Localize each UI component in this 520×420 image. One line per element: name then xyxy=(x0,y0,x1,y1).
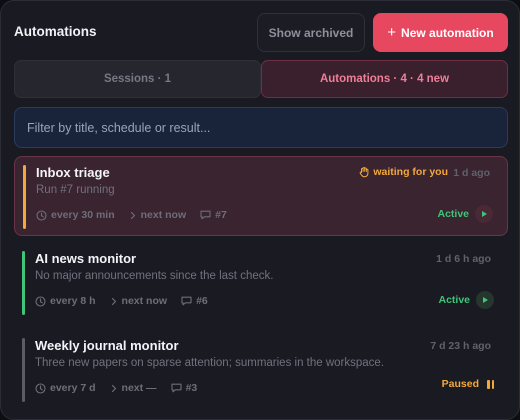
tab-sessions[interactable]: Sessions · 1 xyxy=(14,60,261,98)
run-count-label: #3 xyxy=(185,382,198,394)
chevron-right-icon xyxy=(111,384,116,392)
new-automation-button[interactable]: + New automation xyxy=(373,13,508,52)
schedule-label: every 7 d xyxy=(50,382,96,394)
automation-meta: every 7 d next — #3 xyxy=(35,382,211,394)
run-count-meta: #7 xyxy=(200,209,227,221)
schedule-meta: every 7 d xyxy=(35,382,96,394)
automation-meta: every 8 h next now #6 xyxy=(35,295,222,307)
automation-title: Inbox triage xyxy=(36,165,110,180)
comment-icon xyxy=(171,383,182,393)
status-label: Paused xyxy=(441,378,479,390)
hand-icon xyxy=(359,167,369,178)
automations-panel: Automations Show archived + New automati… xyxy=(0,0,520,420)
next-run-label: next now xyxy=(121,295,168,307)
status-accent-bar xyxy=(22,251,25,315)
schedule-label: every 30 min xyxy=(51,209,115,221)
last-run-time: 7 d 23 h ago xyxy=(430,340,491,352)
chevron-right-icon xyxy=(130,211,135,219)
schedule-label: every 8 h xyxy=(50,295,96,307)
tab-automations[interactable]: Automations · 4 · 4 new xyxy=(261,60,508,98)
pause-icon[interactable] xyxy=(487,379,494,389)
new-automation-label: New automation xyxy=(401,25,494,40)
header: Automations Show archived + New automati… xyxy=(14,13,508,53)
automation-meta: every 30 min next now #7 xyxy=(36,209,241,221)
last-run-time: 1 d 6 h ago xyxy=(436,253,491,265)
automation-card-weekly-journal-monitor[interactable]: Weekly journal monitor 7 d 23 h ago Thre… xyxy=(14,330,508,410)
status-badge: Active xyxy=(437,205,493,223)
status-accent-bar xyxy=(22,338,25,402)
next-run-label: next — xyxy=(121,382,157,394)
status-label: Active xyxy=(438,294,470,306)
automation-title: AI news monitor xyxy=(35,251,137,266)
automation-summary: Run #7 running xyxy=(36,184,115,196)
waiting-label: waiting for you xyxy=(373,166,448,178)
chevron-right-icon xyxy=(111,297,116,305)
show-archived-button[interactable]: Show archived xyxy=(257,13,365,52)
waiting-badge: waiting for you xyxy=(358,166,448,178)
clock-icon xyxy=(35,382,46,394)
status-label: Active xyxy=(437,208,469,220)
automation-card-inbox-triage[interactable]: Inbox triage waiting for you 1 d ago Run… xyxy=(14,156,508,236)
next-run-meta: next — xyxy=(110,382,157,394)
filter-input[interactable]: Filter by title, schedule or result... xyxy=(14,107,508,148)
status-badge: Paused xyxy=(442,378,494,390)
automation-title: Weekly journal monitor xyxy=(35,338,179,353)
page-title: Automations xyxy=(14,24,97,39)
clock-icon xyxy=(36,209,47,221)
play-icon[interactable] xyxy=(475,205,493,223)
run-count-label: #6 xyxy=(196,295,208,307)
status-badge: Active xyxy=(438,291,494,309)
run-count-label: #7 xyxy=(215,209,227,221)
run-count-meta: #6 xyxy=(181,295,208,307)
next-run-meta: next now xyxy=(110,295,168,307)
schedule-meta: every 30 min xyxy=(36,209,115,221)
play-icon[interactable] xyxy=(476,291,494,309)
tab-bar: Sessions · 1 Automations · 4 · 4 new xyxy=(14,60,508,99)
schedule-meta: every 8 h xyxy=(35,295,96,307)
automation-card-ai-news-monitor[interactable]: AI news monitor 1 d 6 h ago No major ann… xyxy=(14,243,508,323)
next-run-meta: next now xyxy=(129,209,187,221)
status-accent-bar xyxy=(23,165,26,229)
next-run-label: next now xyxy=(140,209,187,221)
comment-icon xyxy=(200,210,211,220)
clock-icon xyxy=(35,295,46,307)
automation-summary: Three new papers on sparse attention; su… xyxy=(35,357,385,369)
run-count-meta: #3 xyxy=(171,382,198,394)
automation-summary: No major announcements since the last ch… xyxy=(35,270,274,282)
last-run-time: 1 d ago xyxy=(453,167,490,179)
comment-icon xyxy=(181,296,192,306)
plus-icon: + xyxy=(387,24,397,41)
